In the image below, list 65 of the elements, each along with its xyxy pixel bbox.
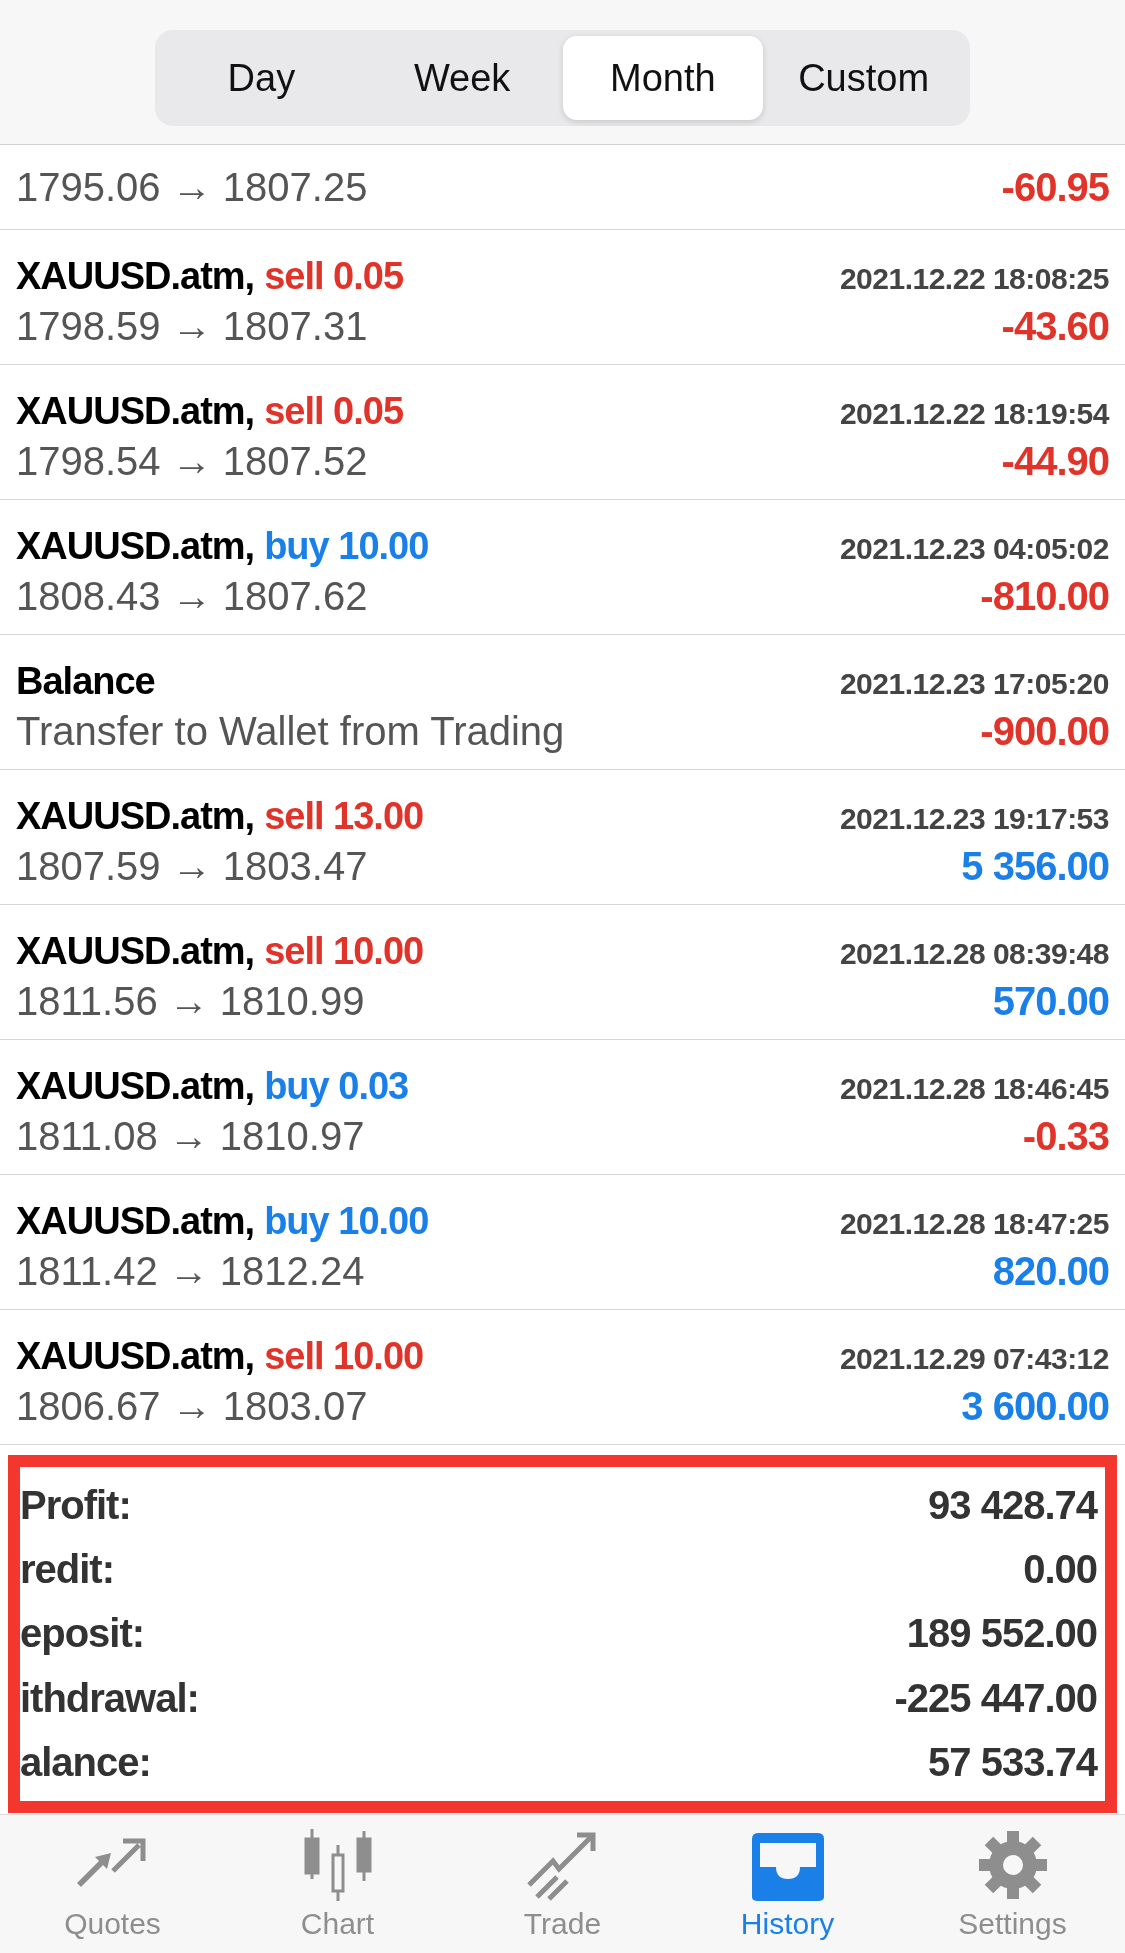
period-tab[interactable]: Day: [161, 36, 362, 120]
deal-symbol: XAUUSD.atm,: [16, 1065, 255, 1108]
deal-prices: 1811.56 → 1810.99: [16, 979, 365, 1024]
deal-time: 2021.12.23 19:17:53: [839, 802, 1109, 836]
period-tab[interactable]: Week: [361, 36, 563, 120]
deal-time: 2021.12.28 18:47:25: [839, 1207, 1109, 1241]
deal-prices: 1811.08 → 1810.97: [16, 1114, 365, 1159]
summary-label: eposit:: [20, 1611, 145, 1657]
summary-value: 93 428.74: [928, 1482, 1097, 1528]
deal-profit: 5 356.00: [961, 844, 1109, 889]
tab-bar-item[interactable]: History: [675, 1815, 900, 1953]
deal-time: 2021.12.29 07:43:12: [839, 1342, 1109, 1376]
period-tab[interactable]: Custom: [763, 36, 964, 120]
deal-prices: 1795.06 → 1807.25: [16, 164, 368, 210]
deal-time: 2021.12.28 08:39:48: [839, 937, 1109, 971]
deal-symbol: XAUUSD.atm,: [16, 525, 255, 568]
deal-symbol: XAUUSD.atm,: [16, 930, 255, 973]
deal-volume: buy 0.03: [264, 1065, 409, 1108]
deal-profit: -60.95: [1001, 164, 1109, 210]
deal-prices: 1811.42 → 1812.24: [16, 1249, 365, 1294]
deal-volume: sell 13.00: [264, 795, 424, 838]
summary-label: alance:: [20, 1740, 151, 1786]
deal-volume: buy 10.00: [264, 1200, 429, 1243]
period-tab[interactable]: Month: [562, 36, 764, 120]
deal-symbol: XAUUSD.atm,: [16, 1200, 255, 1243]
deal-time: 2021.12.23 04:05:02: [839, 532, 1109, 566]
summary-value: -225 447.00: [894, 1675, 1097, 1721]
deal-time: 2021.12.28 18:46:45: [839, 1072, 1109, 1106]
deal-prices: 1806.67 → 1803.07: [16, 1384, 368, 1429]
tab-bar-item[interactable]: Settings: [900, 1815, 1125, 1953]
deal-time: 2021.12.22 18:08:25: [839, 262, 1109, 296]
summary-label: Profit:: [20, 1482, 131, 1528]
deal-volume: sell 0.05: [264, 390, 404, 433]
deal-symbol: XAUUSD.atm,: [16, 1335, 255, 1378]
deal-symbol: XAUUSD.atm,: [16, 795, 255, 838]
deal-profit: -44.90: [1001, 439, 1109, 484]
summary-value: 57 533.74: [928, 1740, 1097, 1786]
summary-label: ithdrawal:: [20, 1675, 199, 1721]
deal-volume: sell 0.05: [264, 255, 404, 298]
summary-label: redit:: [20, 1547, 114, 1593]
deal-profit: 3 600.00: [961, 1384, 1109, 1429]
tab-bar-item[interactable]: Quotes: [0, 1815, 225, 1953]
tab-bar-item[interactable]: Trade: [450, 1815, 675, 1953]
deal-comment: Transfer to Wallet from Trading: [16, 709, 565, 754]
deal-time: 2021.12.22 18:19:54: [839, 397, 1109, 431]
deal-profit: -900.00: [980, 709, 1109, 754]
summary-value: 0.00: [1023, 1547, 1097, 1593]
deal-prices: 1798.54 → 1807.52: [16, 439, 368, 484]
tab-bar-item[interactable]: Chart: [225, 1815, 450, 1953]
summary-value: 189 552.00: [906, 1611, 1097, 1657]
deal-symbol: XAUUSD.atm,: [16, 255, 255, 298]
deal-symbol: Balance: [16, 660, 155, 703]
deal-prices: 1808.43 → 1807.62: [16, 574, 368, 619]
deal-volume: sell 10.00: [264, 930, 424, 973]
deal-profit: 820.00: [992, 1249, 1109, 1294]
deal-prices: 1807.59 → 1803.47: [16, 844, 368, 889]
deal-symbol: XAUUSD.atm,: [16, 390, 255, 433]
deal-profit: -810.00: [980, 574, 1109, 619]
deal-profit: -0.33: [1022, 1114, 1109, 1159]
deal-time: 2021.12.23 17:05:20: [839, 667, 1109, 701]
deal-volume: buy 10.00: [264, 525, 429, 568]
deal-profit: -43.60: [1001, 304, 1109, 349]
deal-volume: sell 10.00: [264, 1335, 424, 1378]
deal-profit: 570.00: [992, 979, 1109, 1024]
deal-prices: 1798.59 → 1807.31: [16, 304, 368, 349]
